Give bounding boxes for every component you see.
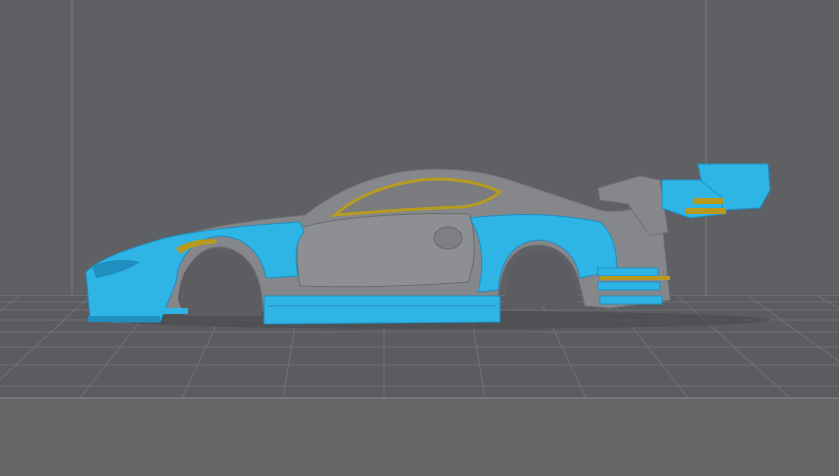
rear-diffuser [597, 267, 663, 305]
viewport-canvas[interactable] [0, 0, 839, 476]
rear-support [600, 276, 670, 280]
wing-support-lower [686, 208, 726, 214]
car-body-model[interactable] [85, 163, 771, 325]
front-splitter [88, 316, 160, 322]
side-skirt-panel [263, 295, 501, 325]
door-panel [296, 213, 475, 288]
3d-viewport[interactable] [0, 0, 839, 476]
front-lip-support [150, 308, 188, 314]
wing-support [694, 198, 724, 204]
mirror [433, 226, 463, 250]
